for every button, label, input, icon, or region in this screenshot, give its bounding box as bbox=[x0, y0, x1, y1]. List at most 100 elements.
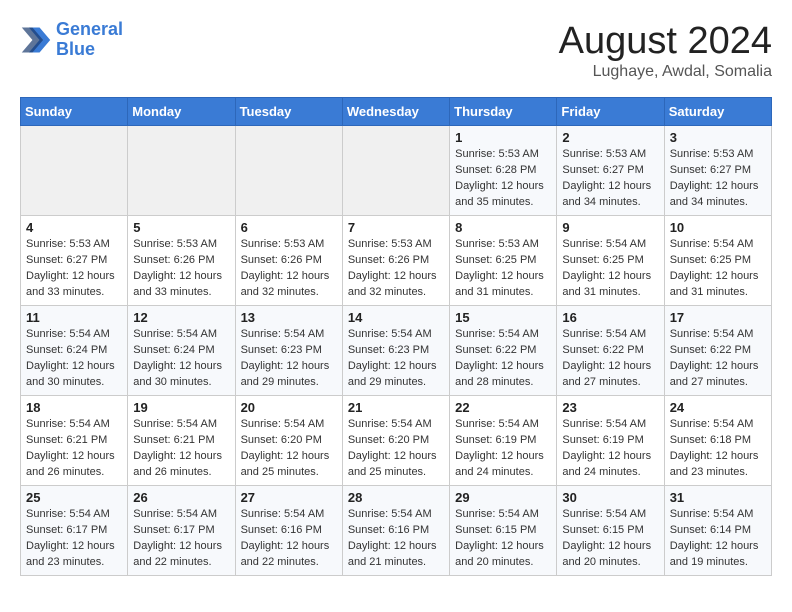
cell-info: Sunrise: 5:54 AM Sunset: 6:15 PM Dayligh… bbox=[455, 507, 551, 571]
calendar-cell: 20 Sunrise: 5:54 AM Sunset: 6:20 PM Dayli… bbox=[235, 396, 342, 486]
calendar-cell bbox=[342, 126, 449, 216]
day-number: 25 bbox=[26, 490, 122, 505]
day-number: 24 bbox=[670, 400, 766, 415]
calendar-cell: 5 Sunrise: 5:53 AM Sunset: 6:26 PM Daylig… bbox=[128, 216, 235, 306]
cell-info: Sunrise: 5:54 AM Sunset: 6:22 PM Dayligh… bbox=[455, 327, 551, 391]
day-number: 9 bbox=[562, 220, 658, 235]
cell-info: Sunrise: 5:54 AM Sunset: 6:23 PM Dayligh… bbox=[241, 327, 337, 391]
week-row-3: 18 Sunrise: 5:54 AM Sunset: 6:21 PM Dayli… bbox=[21, 396, 772, 486]
header-sunday: Sunday bbox=[21, 98, 128, 126]
header-row: SundayMondayTuesdayWednesdayThursdayFrid… bbox=[21, 98, 772, 126]
calendar-cell: 9 Sunrise: 5:54 AM Sunset: 6:25 PM Daylig… bbox=[557, 216, 664, 306]
day-number: 6 bbox=[241, 220, 337, 235]
day-number: 8 bbox=[455, 220, 551, 235]
cell-info: Sunrise: 5:54 AM Sunset: 6:21 PM Dayligh… bbox=[26, 417, 122, 481]
calendar-table: SundayMondayTuesdayWednesdayThursdayFrid… bbox=[20, 97, 772, 576]
header-saturday: Saturday bbox=[664, 98, 771, 126]
cell-info: Sunrise: 5:53 AM Sunset: 6:27 PM Dayligh… bbox=[26, 237, 122, 301]
cell-info: Sunrise: 5:53 AM Sunset: 6:28 PM Dayligh… bbox=[455, 147, 551, 211]
week-row-1: 4 Sunrise: 5:53 AM Sunset: 6:27 PM Daylig… bbox=[21, 216, 772, 306]
cell-info: Sunrise: 5:54 AM Sunset: 6:16 PM Dayligh… bbox=[348, 507, 444, 571]
cell-info: Sunrise: 5:54 AM Sunset: 6:25 PM Dayligh… bbox=[670, 237, 766, 301]
cell-info: Sunrise: 5:54 AM Sunset: 6:20 PM Dayligh… bbox=[241, 417, 337, 481]
cell-info: Sunrise: 5:54 AM Sunset: 6:19 PM Dayligh… bbox=[562, 417, 658, 481]
header-monday: Monday bbox=[128, 98, 235, 126]
day-number: 5 bbox=[133, 220, 229, 235]
header-tuesday: Tuesday bbox=[235, 98, 342, 126]
day-number: 20 bbox=[241, 400, 337, 415]
logo-line1: General bbox=[56, 19, 123, 39]
day-number: 19 bbox=[133, 400, 229, 415]
day-number: 22 bbox=[455, 400, 551, 415]
cell-info: Sunrise: 5:53 AM Sunset: 6:27 PM Dayligh… bbox=[670, 147, 766, 211]
cell-info: Sunrise: 5:54 AM Sunset: 6:18 PM Dayligh… bbox=[670, 417, 766, 481]
calendar-cell: 26Sunrise: 5:54 AM Sunset: 6:17 PM Dayli… bbox=[128, 486, 235, 576]
calendar-cell: 8Sunrise: 5:53 AM Sunset: 6:25 PM Daylig… bbox=[450, 216, 557, 306]
calendar-cell: 22 Sunrise: 5:54 AM Sunset: 6:19 PM Dayli… bbox=[450, 396, 557, 486]
day-number: 28 bbox=[348, 490, 444, 505]
calendar-cell: 31 Sunrise: 5:54 AM Sunset: 6:14 PM Dayli… bbox=[664, 486, 771, 576]
calendar-cell: 30 Sunrise: 5:54 AM Sunset: 6:15 PM Dayli… bbox=[557, 486, 664, 576]
day-number: 7 bbox=[348, 220, 444, 235]
calendar-cell: 3Sunrise: 5:53 AM Sunset: 6:27 PM Daylig… bbox=[664, 126, 771, 216]
calendar-cell: 12 Sunrise: 5:54 AM Sunset: 6:24 PM Dayli… bbox=[128, 306, 235, 396]
cell-info: Sunrise: 5:54 AM Sunset: 6:16 PM Dayligh… bbox=[241, 507, 337, 571]
page-header: General Blue August 2024 Lughaye, Awdal,… bbox=[20, 20, 772, 81]
calendar-cell: 25 Sunrise: 5:54 AM Sunset: 6:17 PM Dayli… bbox=[21, 486, 128, 576]
day-number: 12 bbox=[133, 310, 229, 325]
calendar-cell: 10 Sunrise: 5:54 AM Sunset: 6:25 PM Dayli… bbox=[664, 216, 771, 306]
calendar-cell: 19 Sunrise: 5:54 AM Sunset: 6:21 PM Dayli… bbox=[128, 396, 235, 486]
location: Lughaye, Awdal, Somalia bbox=[559, 63, 772, 81]
day-number: 31 bbox=[670, 490, 766, 505]
header-friday: Friday bbox=[557, 98, 664, 126]
cell-info: Sunrise: 5:54 AM Sunset: 6:22 PM Dayligh… bbox=[670, 327, 766, 391]
cell-info: Sunrise: 5:54 AM Sunset: 6:21 PM Dayligh… bbox=[133, 417, 229, 481]
cell-info: Sunrise: 5:54 AM Sunset: 6:25 PM Dayligh… bbox=[562, 237, 658, 301]
day-number: 1 bbox=[455, 130, 551, 145]
cell-info: Sunrise: 5:54 AM Sunset: 6:24 PM Dayligh… bbox=[133, 327, 229, 391]
cell-info: Sunrise: 5:54 AM Sunset: 6:22 PM Dayligh… bbox=[562, 327, 658, 391]
calendar-cell: 24 Sunrise: 5:54 AM Sunset: 6:18 PM Dayli… bbox=[664, 396, 771, 486]
calendar-cell: 4 Sunrise: 5:53 AM Sunset: 6:27 PM Daylig… bbox=[21, 216, 128, 306]
calendar-cell bbox=[128, 126, 235, 216]
cell-info: Sunrise: 5:53 AM Sunset: 6:26 PM Dayligh… bbox=[133, 237, 229, 301]
calendar-cell: 17 Sunrise: 5:54 AM Sunset: 6:22 PM Dayli… bbox=[664, 306, 771, 396]
calendar-cell: 27Sunrise: 5:54 AM Sunset: 6:16 PM Dayli… bbox=[235, 486, 342, 576]
calendar-cell: 28 Sunrise: 5:54 AM Sunset: 6:16 PM Dayli… bbox=[342, 486, 449, 576]
title-block: August 2024 Lughaye, Awdal, Somalia bbox=[559, 20, 772, 81]
day-number: 16 bbox=[562, 310, 658, 325]
calendar-cell bbox=[21, 126, 128, 216]
calendar-cell: 13Sunrise: 5:54 AM Sunset: 6:23 PM Dayli… bbox=[235, 306, 342, 396]
calendar-header: SundayMondayTuesdayWednesdayThursdayFrid… bbox=[21, 98, 772, 126]
calendar-cell: 16 Sunrise: 5:54 AM Sunset: 6:22 PM Dayli… bbox=[557, 306, 664, 396]
day-number: 21 bbox=[348, 400, 444, 415]
header-wednesday: Wednesday bbox=[342, 98, 449, 126]
day-number: 29 bbox=[455, 490, 551, 505]
calendar-cell: 6 Sunrise: 5:53 AM Sunset: 6:26 PM Daylig… bbox=[235, 216, 342, 306]
calendar-body: 1 Sunrise: 5:53 AM Sunset: 6:28 PM Daylig… bbox=[21, 126, 772, 576]
calendar-cell: 18 Sunrise: 5:54 AM Sunset: 6:21 PM Dayli… bbox=[21, 396, 128, 486]
cell-info: Sunrise: 5:54 AM Sunset: 6:19 PM Dayligh… bbox=[455, 417, 551, 481]
cell-info: Sunrise: 5:54 AM Sunset: 6:14 PM Dayligh… bbox=[670, 507, 766, 571]
day-number: 18 bbox=[26, 400, 122, 415]
day-number: 4 bbox=[26, 220, 122, 235]
day-number: 10 bbox=[670, 220, 766, 235]
day-number: 23 bbox=[562, 400, 658, 415]
day-number: 30 bbox=[562, 490, 658, 505]
calendar-cell: 29 Sunrise: 5:54 AM Sunset: 6:15 PM Dayli… bbox=[450, 486, 557, 576]
cell-info: Sunrise: 5:54 AM Sunset: 6:17 PM Dayligh… bbox=[26, 507, 122, 571]
calendar-cell bbox=[235, 126, 342, 216]
calendar-cell: 23 Sunrise: 5:54 AM Sunset: 6:19 PM Dayli… bbox=[557, 396, 664, 486]
cell-info: Sunrise: 5:54 AM Sunset: 6:15 PM Dayligh… bbox=[562, 507, 658, 571]
calendar-cell: 11Sunrise: 5:54 AM Sunset: 6:24 PM Dayli… bbox=[21, 306, 128, 396]
calendar-cell: 15Sunrise: 5:54 AM Sunset: 6:22 PM Dayli… bbox=[450, 306, 557, 396]
day-number: 17 bbox=[670, 310, 766, 325]
week-row-2: 11Sunrise: 5:54 AM Sunset: 6:24 PM Dayli… bbox=[21, 306, 772, 396]
header-thursday: Thursday bbox=[450, 98, 557, 126]
cell-info: Sunrise: 5:53 AM Sunset: 6:26 PM Dayligh… bbox=[241, 237, 337, 301]
day-number: 26 bbox=[133, 490, 229, 505]
day-number: 14 bbox=[348, 310, 444, 325]
logo-text: General Blue bbox=[56, 20, 123, 60]
week-row-4: 25 Sunrise: 5:54 AM Sunset: 6:17 PM Dayli… bbox=[21, 486, 772, 576]
logo: General Blue bbox=[20, 20, 123, 60]
